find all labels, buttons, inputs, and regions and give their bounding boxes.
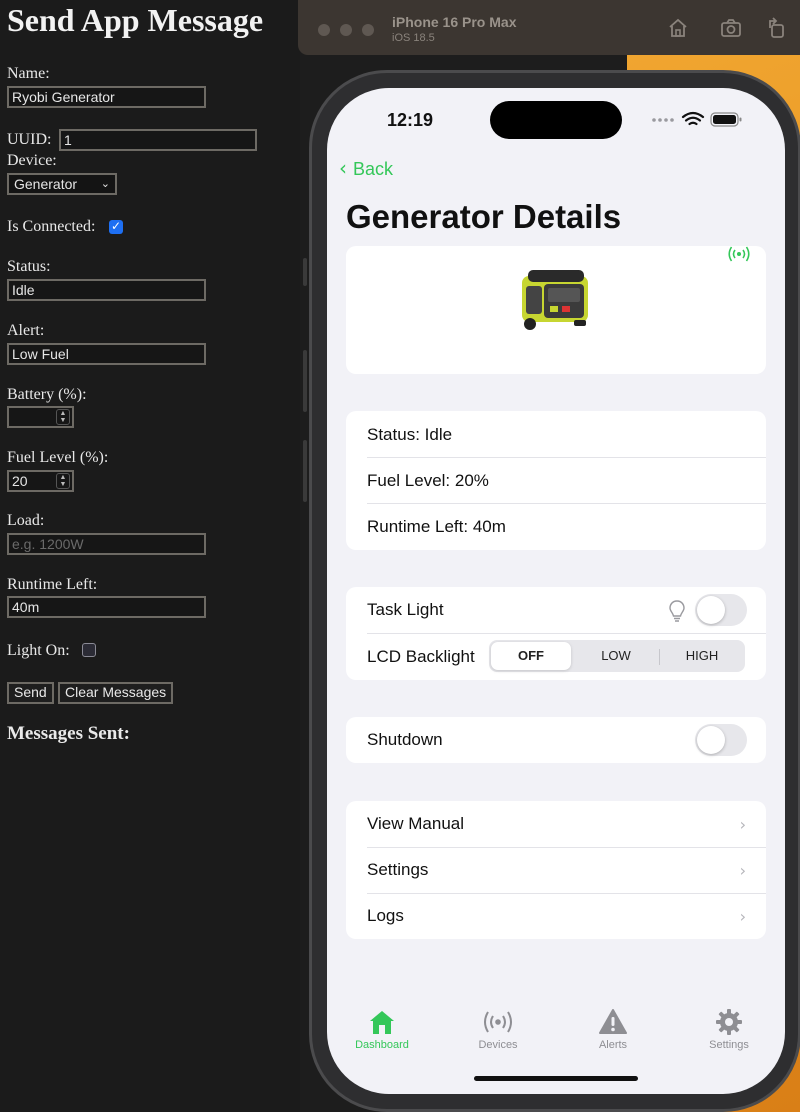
status-input[interactable]: Idle [7, 279, 206, 301]
battery-input[interactable]: ▲ ▼ [7, 406, 74, 428]
lcd-backlight-segmented-control: OFF LOW HIGH [489, 640, 745, 672]
device-select-value: Generator [14, 176, 78, 192]
gear-icon [716, 1009, 742, 1035]
battery-icon [710, 112, 742, 127]
phone-side-button [303, 258, 307, 286]
connected-label: Is Connected: [7, 218, 96, 235]
runtime-input[interactable]: 40m [7, 596, 206, 618]
send-message-form: Send App Message Name: Ryobi Generator U… [0, 0, 300, 1112]
name-input[interactable]: Ryobi Generator [7, 86, 206, 108]
back-label: Back [353, 159, 394, 179]
generator-image [522, 270, 588, 330]
load-input[interactable]: e.g. 1200W [7, 533, 206, 555]
wifi-icon [681, 111, 705, 126]
alert-input[interactable]: Low Fuel [7, 343, 206, 365]
status-time: 12:19 [387, 110, 434, 130]
logs-label: Logs [367, 906, 404, 925]
logs-row[interactable]: Logs › [367, 893, 766, 939]
light-checkbox[interactable] [82, 643, 96, 657]
fuel-value: 20 [12, 473, 28, 489]
settings-label: Settings [367, 860, 429, 879]
fuel-input[interactable]: 20 ▲ ▼ [7, 470, 74, 492]
tab-label: Settings [709, 1039, 749, 1051]
status-card: Status: Idle Fuel Level: 20% Runtime Lef… [346, 411, 766, 550]
tab-settings[interactable]: Settings [684, 1008, 774, 1051]
lcd-option-low[interactable]: LOW [575, 642, 657, 670]
view-manual-row[interactable]: View Manual › [367, 801, 766, 847]
phone-screen: 12:19 ‹ Back Generator Details Status: I… [327, 88, 785, 1094]
tab-alerts[interactable]: Alerts [568, 1008, 658, 1051]
stepper-icon[interactable]: ▲ ▼ [56, 473, 70, 489]
zoom-dot-icon[interactable] [362, 24, 374, 36]
light-label: Light On: [7, 642, 70, 659]
lcd-option-off[interactable]: OFF [491, 642, 571, 670]
settings-row[interactable]: Settings › [367, 847, 766, 893]
lightbulb-icon [669, 600, 685, 622]
links-card: View Manual › Settings › Logs › [346, 801, 766, 939]
home-indicator [474, 1076, 638, 1081]
connected-checkbox[interactable] [109, 219, 123, 234]
screenshot-icon[interactable] [719, 16, 743, 40]
page-title: Generator Details [346, 198, 622, 235]
tab-label: Alerts [598, 1039, 628, 1051]
alert-label: Alert: [7, 322, 45, 339]
back-button[interactable]: ‹ Back [339, 156, 393, 180]
tab-dashboard[interactable]: Dashboard [337, 1008, 427, 1051]
stepper-icon[interactable]: ▲ ▼ [56, 409, 70, 425]
form-title: Send App Message [7, 2, 264, 38]
home-icon[interactable] [666, 16, 690, 40]
simulator-device-name: iPhone 16 Pro Max [392, 14, 517, 30]
fuel-label: Fuel Level (%): [7, 449, 109, 466]
signal-icon [652, 118, 674, 122]
tab-devices[interactable]: Devices [453, 1008, 543, 1051]
runtime-left-row: Runtime Left: 40m [367, 517, 506, 536]
tab-label: Devices [478, 1039, 518, 1051]
segment-divider [659, 649, 660, 665]
status-row: Status: Idle [367, 425, 453, 444]
simulator-os-version: iOS 18.5 [392, 32, 435, 44]
phone-side-button [303, 350, 307, 412]
battery-label: Battery (%): [7, 386, 87, 403]
status-icons [652, 111, 742, 127]
uuid-label: UUID: [7, 131, 52, 148]
house-icon [370, 1011, 394, 1034]
device-select[interactable]: Generator ⌄ [7, 173, 117, 195]
chevron-right-icon: › [739, 860, 746, 880]
shutdown-card: Shutdown [346, 717, 766, 763]
chevron-right-icon: › [739, 814, 746, 834]
chevron-down-icon: ⌄ [100, 178, 110, 190]
warning-triangle-icon [599, 1009, 627, 1034]
chevron-right-icon: › [739, 906, 746, 926]
clear-messages-button[interactable]: Clear Messages [58, 682, 174, 704]
fuel-level-row: Fuel Level: 20% [367, 471, 489, 490]
dynamic-island [490, 101, 622, 139]
generator-image-card [346, 246, 766, 374]
uuid-input[interactable]: 1 [59, 129, 257, 151]
name-label: Name: [7, 65, 50, 82]
runtime-label: Runtime Left: [7, 576, 98, 593]
shutdown-toggle[interactable] [695, 724, 747, 756]
controls-card: Task Light LCD Backlight OFF LOW HIGH [346, 587, 766, 680]
load-label: Load: [7, 512, 45, 529]
send-button[interactable]: Send [7, 682, 54, 704]
tab-label: Dashboard [355, 1039, 409, 1051]
connected-radio-icon [728, 246, 750, 262]
chevron-left-icon: ‹ [339, 156, 347, 180]
messages-heading: Messages Sent: [7, 723, 130, 744]
radio-waves-icon [484, 1011, 512, 1033]
minimize-dot-icon[interactable] [340, 24, 352, 36]
device-label: Device: [7, 152, 57, 169]
close-dot-icon[interactable] [318, 24, 330, 36]
status-label: Status: [7, 258, 51, 275]
lcd-option-high[interactable]: HIGH [661, 642, 743, 670]
task-light-toggle[interactable] [695, 594, 747, 626]
view-manual-label: View Manual [367, 814, 465, 833]
rotate-icon[interactable] [765, 16, 789, 40]
phone-side-button [303, 440, 307, 502]
